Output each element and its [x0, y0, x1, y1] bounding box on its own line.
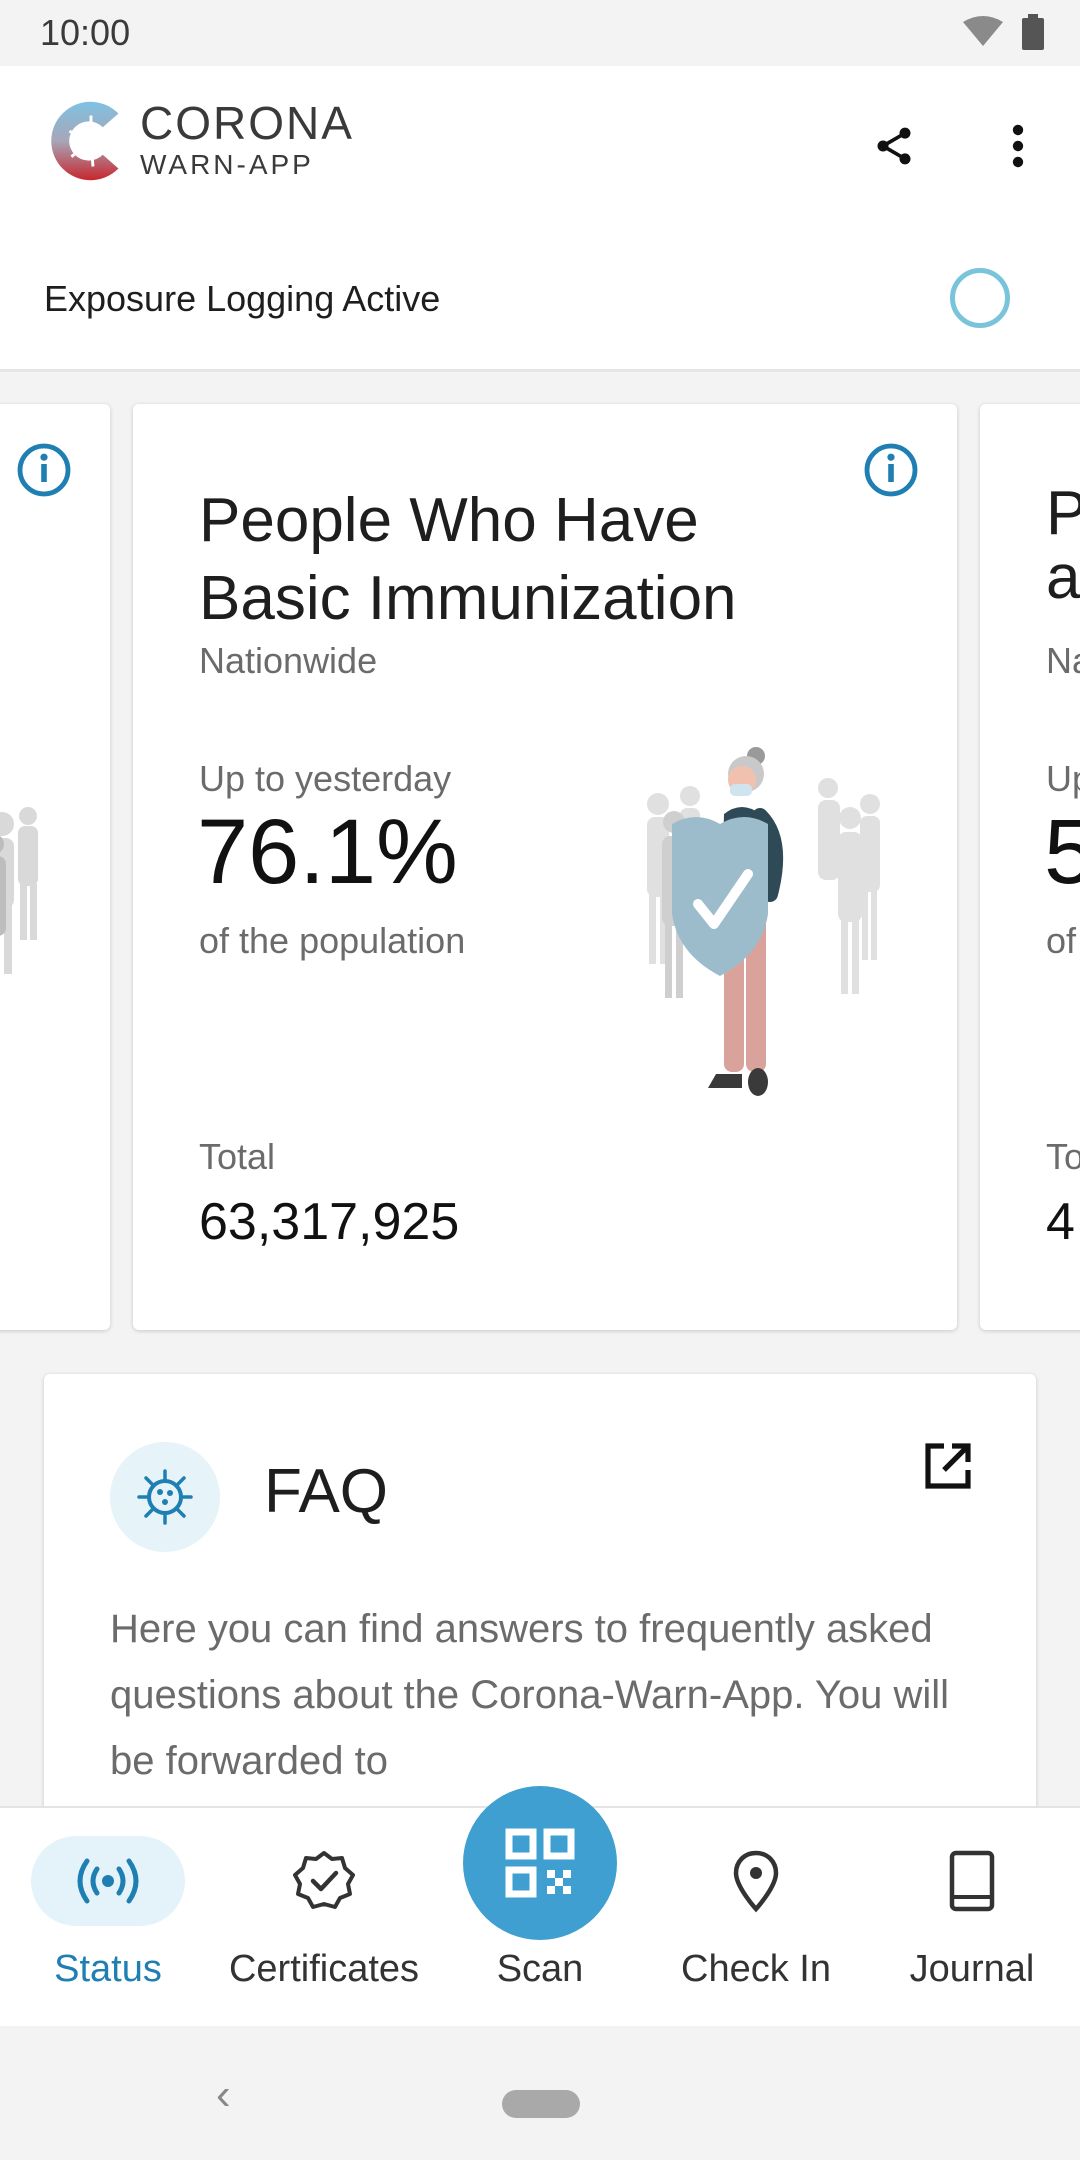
info-icon[interactable]: [16, 442, 72, 498]
nav-certificates[interactable]: Certificates: [216, 1808, 432, 2028]
logo-line2: WARN-APP: [140, 149, 314, 180]
nav-check-in[interactable]: Check In: [648, 1808, 864, 2028]
stat-card-basic-immunization[interactable]: People Who Have Basic Immunization Natio…: [133, 404, 957, 1330]
nav-status[interactable]: Status: [0, 1808, 216, 2028]
qr-code-icon: [505, 1828, 575, 1898]
nav-status-icon-pill: [31, 1836, 185, 1926]
stat-card-region: Nationwide: [199, 640, 378, 681]
open-external-icon[interactable]: [920, 1438, 976, 1494]
next-card-unit: of: [1046, 920, 1077, 961]
share-button[interactable]: [858, 110, 930, 182]
logo-line1: CORONA: [140, 97, 354, 149]
next-card-region: Na: [1046, 640, 1080, 681]
stat-card-total-value: 63,317,925: [199, 1193, 460, 1251]
nav-check-in-label: Check In: [681, 1948, 831, 1990]
faq-icon-circle: [110, 1442, 220, 1552]
exposure-status-ring-icon: [950, 268, 1010, 328]
crowd-illustration-partial: [0, 807, 38, 974]
location-pin-icon: [733, 1850, 779, 1913]
back-chevron-icon[interactable]: ‹: [216, 2070, 231, 2120]
system-navigation-bar: ‹: [0, 2026, 1080, 2160]
wifi-icon: [963, 16, 1003, 46]
nav-certificates-label: Certificates: [228, 1948, 420, 1990]
app-header: CORONA WARN-APP: [0, 66, 1080, 254]
share-icon: [877, 127, 911, 165]
next-card-period: Up: [1046, 758, 1080, 799]
next-card-value: 5: [1044, 801, 1080, 903]
next-card-total-value: 4: [1046, 1193, 1075, 1251]
logo-wordmark: CORONA WARN-APP: [140, 98, 354, 182]
next-card-title-1: P: [1046, 479, 1080, 548]
stat-card-unit: of the population: [199, 920, 466, 961]
nav-journal-icon-pill: [895, 1836, 1049, 1926]
nav-journal-label: Journal: [909, 1948, 1035, 1990]
exposure-logging-label: Exposure Logging Active: [44, 278, 441, 319]
battery-icon: [1022, 14, 1044, 50]
book-icon: [949, 1850, 995, 1912]
faq-description: Here you can find answers to frequently …: [110, 1607, 950, 1783]
next-stat-card[interactable]: P a Na Up 5 of To 4: [980, 404, 1080, 1330]
home-handle[interactable]: [502, 2090, 580, 2118]
next-card-total-label: To: [1046, 1136, 1080, 1177]
exposure-logging-row[interactable]: Exposure Logging Active: [0, 254, 1080, 372]
next-card-title-2: a: [1046, 543, 1080, 612]
status-time: 10:00: [40, 12, 131, 53]
broadcast-icon: [77, 1858, 139, 1904]
nav-certificates-icon-pill: [247, 1836, 401, 1926]
nav-status-label: Status: [54, 1948, 162, 1990]
immunized-person-shield-illustration: [647, 747, 880, 1096]
nav-scan-label: Scan: [496, 1948, 584, 1990]
bottom-navigation: Status Certificates Scan Check In Journa…: [0, 1786, 1080, 2028]
certificate-badge-icon: [293, 1851, 355, 1909]
nav-scan[interactable]: Scan: [432, 1786, 648, 2028]
corona-warn-app-logo: [51, 101, 119, 181]
nav-check-in-icon-pill: [679, 1836, 833, 1926]
stat-card-title: People Who Have Basic Immunization: [199, 486, 737, 633]
faq-title: FAQ: [264, 1457, 389, 1526]
status-icons: [962, 14, 1044, 50]
overflow-menu-button[interactable]: [982, 110, 1054, 182]
stat-card-value: 76.1%: [197, 801, 458, 903]
stat-card-period: Up to yesterday: [199, 758, 452, 799]
nav-journal[interactable]: Journal: [864, 1808, 1080, 2028]
info-icon[interactable]: [863, 442, 919, 498]
more-vert-icon: [1012, 124, 1024, 168]
statistics-carousel[interactable]: People Who Have Basic Immunization Natio…: [0, 372, 1080, 1352]
virus-icon: [137, 1469, 193, 1525]
status-bar: 10:00: [0, 0, 1080, 66]
previous-stat-card[interactable]: [0, 404, 110, 1330]
scan-fab-button[interactable]: [463, 1786, 617, 1940]
stat-card-total-label: Total: [199, 1136, 276, 1177]
